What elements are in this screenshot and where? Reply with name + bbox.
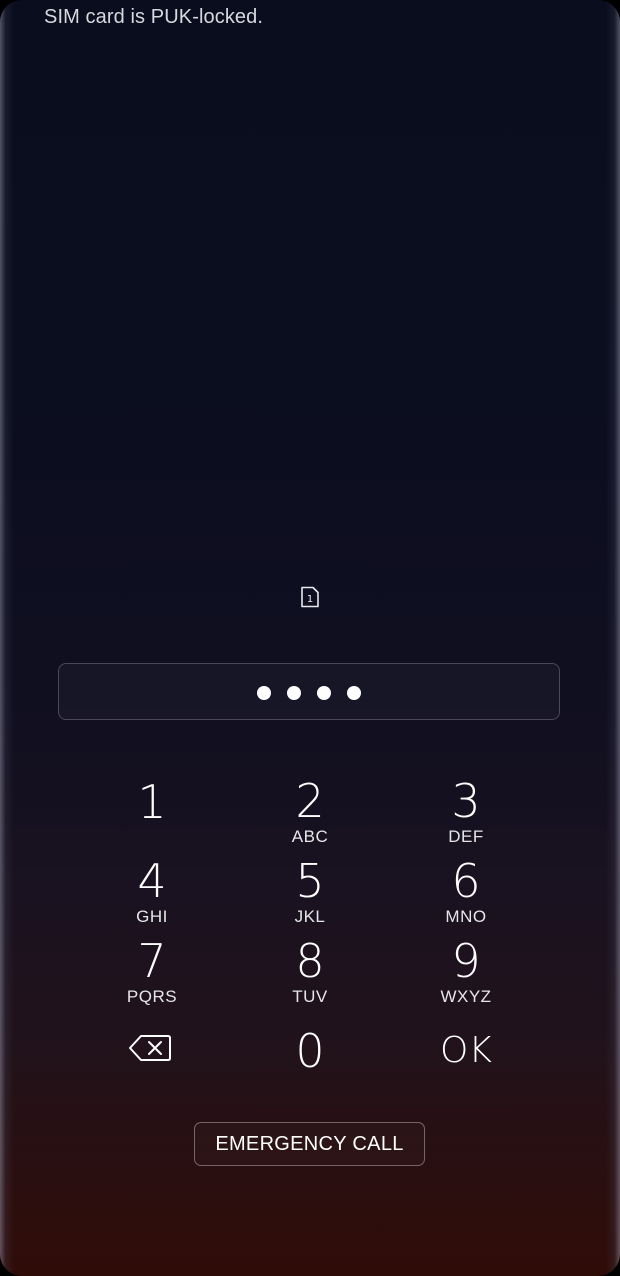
key-digit: 4: [137, 854, 167, 908]
key-digit: 9: [451, 934, 481, 988]
ok-label: OK: [440, 1030, 492, 1071]
sim-card-icon: 1: [300, 586, 320, 608]
key-digit: 7: [137, 934, 167, 988]
key-digit: 5: [295, 854, 325, 908]
key-letters: DEF: [448, 827, 484, 846]
emergency-call-button[interactable]: EMERGENCY CALL: [194, 1122, 425, 1166]
pin-dot: [347, 686, 361, 700]
puk-input-field[interactable]: [58, 663, 560, 720]
key-digit: 2: [295, 774, 325, 828]
key-digit: 0: [295, 1024, 325, 1078]
pin-dot: [287, 686, 301, 700]
pin-mask: [59, 686, 559, 700]
key-8[interactable]: 8 TUV: [250, 936, 370, 1012]
key-letters: JKL: [294, 907, 326, 926]
key-letters: TUV: [292, 987, 328, 1006]
sim-slot-number: 1: [307, 594, 313, 605]
key-letters: WXYZ: [440, 987, 492, 1006]
key-9[interactable]: 9 WXYZ: [406, 936, 526, 1012]
key-0[interactable]: 0: [250, 1025, 370, 1101]
key-letters: GHI: [136, 907, 168, 926]
key-3[interactable]: 3 DEF: [406, 776, 526, 852]
key-letters: ABC: [291, 827, 329, 846]
key-digit: 3: [451, 774, 481, 828]
key-letters: MNO: [445, 907, 487, 926]
key-4[interactable]: 4 GHI: [92, 856, 212, 932]
pin-dot: [257, 686, 271, 700]
screen-edge-right: [606, 0, 620, 1276]
key-digit: 1: [137, 775, 167, 829]
sim-status-message: SIM card is PUK-locked.: [44, 6, 264, 28]
key-digit: 6: [451, 854, 481, 908]
key-1[interactable]: 1: [92, 776, 212, 852]
key-6[interactable]: 6 MNO: [406, 856, 526, 932]
pin-dot: [317, 686, 331, 700]
backspace-icon[interactable]: [128, 1034, 172, 1062]
key-7[interactable]: 7 PQRS: [92, 936, 212, 1012]
key-letters: PQRS: [126, 987, 178, 1006]
puk-lock-screen: SIM card is PUK-locked. 1 1 2 ABC 3 DEF …: [0, 0, 620, 1276]
key-2[interactable]: 2 ABC: [250, 776, 370, 852]
ok-button[interactable]: OK: [406, 1025, 526, 1101]
key-digit: 8: [295, 934, 325, 988]
screen-edge-left: [0, 0, 14, 1276]
key-5[interactable]: 5 JKL: [250, 856, 370, 932]
